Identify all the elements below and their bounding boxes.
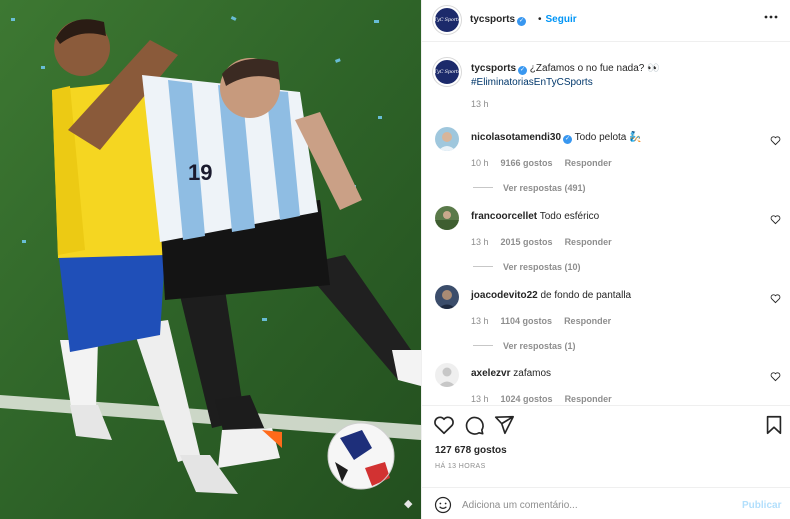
view-replies-label[interactable]: Ver respostas (10) [503, 262, 581, 272]
comment-meta: 13 h 1024 gostos Responder [471, 394, 624, 404]
reply-button[interactable]: Responder [565, 394, 612, 404]
post-caption: tycsports ✓ ¿Zafamos o no fue nada? 👀 #El… [471, 62, 771, 90]
avatar-logo-text: TyC Sports [433, 17, 461, 23]
comment-heart-icon[interactable] [770, 214, 781, 225]
comment-username[interactable]: francoorcellet [471, 211, 537, 222]
comment-time[interactable]: 13 h [471, 394, 489, 404]
commenter-avatar[interactable] [435, 285, 459, 309]
account-username[interactable]: tycsports ✓ [470, 14, 527, 26]
comment-likes[interactable]: 1104 gostos [501, 316, 553, 326]
comment-heart-icon[interactable] [770, 371, 781, 382]
view-replies-button[interactable]: Ver respostas (491) [473, 183, 586, 193]
post-timestamp[interactable]: HÁ 13 HORAS [435, 463, 486, 470]
bookmark-icon[interactable] [763, 414, 785, 436]
caption-text: ¿Zafamos o no fue nada? 👀 [529, 63, 660, 74]
view-replies-button[interactable]: Ver respostas (1) [473, 341, 576, 351]
comment-time[interactable]: 13 h [471, 237, 489, 247]
view-replies-button[interactable]: Ver respostas (10) [473, 262, 581, 272]
comment-text: nicolasotamendi30 ✓ Todo pelota 🧞 [471, 132, 642, 144]
reply-button[interactable]: Responder [564, 316, 611, 326]
comment-username[interactable]: nicolasotamendi30 [471, 132, 561, 143]
comment-meta: 10 h 9166 gostos Responder [471, 158, 624, 168]
likes-count[interactable]: 127 678 gostos [435, 445, 507, 456]
comment-input[interactable] [462, 495, 732, 515]
follow-button[interactable]: • Seguir [538, 14, 577, 25]
add-comment-bar: Publicar [422, 487, 790, 519]
account-username-text[interactable]: tycsports [470, 14, 515, 25]
account-avatar[interactable]: TyC Sports [433, 6, 461, 34]
reply-button[interactable]: Responder [565, 237, 612, 247]
caption-timestamp[interactable]: 13 h [471, 99, 489, 109]
comment-likes[interactable]: 1024 gostos [501, 394, 553, 404]
avatar-photo-icon[interactable] [435, 285, 459, 309]
commenter-avatar[interactable] [435, 127, 459, 151]
comment-text: axelezvr zafamos [471, 368, 551, 379]
default-avatar-icon[interactable] [435, 363, 459, 387]
photo-watermark-icon: ◆ [404, 498, 413, 510]
replies-line [473, 266, 493, 267]
comment-heart-icon[interactable] [770, 293, 781, 304]
post-sidebar: TyC Sports tycsports ✓ • Seguir TyC Sports… [421, 0, 790, 519]
comment-heart-icon[interactable] [770, 135, 781, 146]
caption-avatar-logo-text: TyC Sports [433, 69, 461, 75]
comment-meta: 13 h 2015 gostos Responder [471, 237, 624, 247]
comment-likes[interactable]: 2015 gostos [501, 237, 553, 247]
post-photo[interactable]: 19 ◆ [0, 0, 421, 519]
football-photo-illustration: 19 [0, 0, 421, 519]
comment-likes[interactable]: 9166 gostos [501, 158, 553, 168]
argentina-jersey-number: 19 [188, 160, 212, 185]
comment-username[interactable]: axelezvr [471, 368, 510, 379]
comment-icon[interactable] [463, 414, 485, 436]
replies-line [473, 345, 493, 346]
commenter-avatar[interactable] [435, 206, 459, 230]
comment-username[interactable]: joacodevito22 [471, 290, 538, 301]
replies-line [473, 187, 493, 188]
avatar-photo-icon[interactable] [435, 127, 459, 151]
caption-hashtag[interactable]: #EliminatoriasEnTyCSports [471, 77, 593, 88]
comment-text: joacodevito22 de fondo de pantalla [471, 290, 631, 301]
emoji-icon[interactable] [434, 496, 452, 514]
reply-button[interactable]: Responder [565, 158, 612, 168]
comment-time[interactable]: 10 h [471, 158, 489, 168]
comment-text: francoorcellet Todo esférico [471, 211, 599, 222]
comment-message: Todo pelota 🧞 [574, 132, 642, 143]
view-replies-label[interactable]: Ver respostas (491) [503, 183, 586, 193]
verified-icon: ✓ [563, 135, 573, 144]
more-options-button[interactable] [763, 10, 779, 26]
follow-button-label[interactable]: Seguir [546, 14, 577, 25]
publish-button[interactable]: Publicar [742, 500, 781, 511]
comment-message: zafamos [513, 368, 552, 379]
post-header: TyC Sports tycsports ✓ • Seguir [422, 0, 790, 42]
comment-message: Todo esférico [539, 211, 600, 222]
caption-avatar[interactable]: TyC Sports [433, 58, 461, 86]
verified-icon: ✓ [518, 66, 528, 75]
more-horizontal-icon[interactable] [763, 10, 779, 24]
heart-icon[interactable] [433, 414, 455, 436]
comment-message: de fondo de pantalla [540, 290, 632, 301]
avatar-photo-icon[interactable] [435, 206, 459, 230]
verified-icon: ✓ [517, 17, 527, 26]
comment-meta: 13 h 1104 gostos Responder [471, 316, 623, 326]
header-separator: • [538, 14, 542, 25]
view-replies-label[interactable]: Ver respostas (1) [503, 341, 576, 351]
commenter-avatar[interactable] [435, 363, 459, 387]
caption-username[interactable]: tycsports [471, 63, 516, 74]
comment-time[interactable]: 13 h [471, 316, 489, 326]
post-actions [422, 405, 790, 441]
share-icon[interactable] [493, 414, 515, 436]
